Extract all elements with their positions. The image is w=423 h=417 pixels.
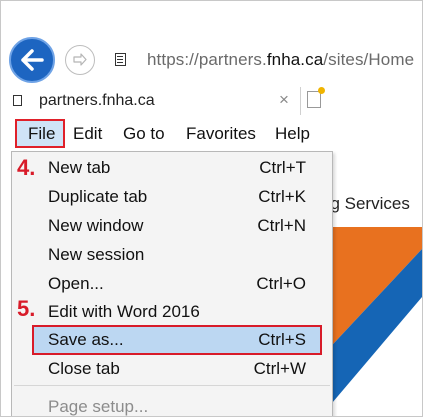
- new-tab-icon[interactable]: [307, 87, 325, 108]
- menu-item-new-tab[interactable]: New tab Ctrl+T: [12, 154, 332, 182]
- address-bar-row: https://partners.fnha.ca/sites/Home: [1, 1, 422, 87]
- menu-item-label: Save as...: [48, 330, 124, 349]
- menu-file[interactable]: File: [15, 119, 65, 148]
- menu-item-close-tab[interactable]: Close tab Ctrl+W: [12, 355, 332, 383]
- menu-item-shortcut: Ctrl+O: [256, 274, 306, 293]
- browser-window: https://partners.fnha.ca/sites/Home part…: [0, 0, 423, 417]
- menu-bar: File Edit Go to Favorites Help: [1, 115, 422, 152]
- menu-item-new-session[interactable]: New session: [12, 241, 332, 269]
- menu-item-page-setup: Page setup...: [12, 393, 332, 416]
- page-icon: [13, 95, 22, 106]
- menu-item-save-as[interactable]: Save as... Ctrl+S: [12, 326, 332, 354]
- url-suffix: /sites/Home: [323, 50, 415, 69]
- close-tab-icon[interactable]: ×: [279, 90, 289, 110]
- menu-item-shortcut: Ctrl+K: [258, 187, 306, 206]
- menu-item-shortcut: Ctrl+T: [259, 158, 306, 177]
- menu-item-duplicate-tab[interactable]: Duplicate tab Ctrl+K: [12, 183, 332, 211]
- arrow-left-icon: [21, 49, 44, 71]
- step-number-4: 4.: [17, 155, 36, 180]
- menu-item-shortcut: Ctrl+W: [253, 359, 306, 378]
- menu-item-label: Open...: [48, 274, 104, 293]
- url-prefix: https://partners.: [147, 50, 267, 69]
- menu-edit[interactable]: Edit: [73, 124, 102, 144]
- page-icon: [115, 53, 126, 66]
- menu-favorites[interactable]: Favorites: [186, 124, 256, 144]
- menu-divider: [14, 385, 330, 386]
- menu-item-label: Close tab: [48, 359, 120, 378]
- step-number-5: 5.: [17, 296, 36, 321]
- menu-item-edit-with-word[interactable]: Edit with Word 2016: [12, 298, 332, 326]
- back-button[interactable]: [9, 37, 55, 83]
- menu-item-open[interactable]: Open... Ctrl+O: [12, 270, 332, 298]
- menu-item-shortcut: Ctrl+S: [258, 330, 306, 349]
- nav-link-services[interactable]: ng Services: [321, 194, 410, 214]
- forward-button[interactable]: [65, 45, 95, 75]
- menu-help[interactable]: Help: [275, 124, 310, 144]
- tab-row: partners.fnha.ca ×: [1, 87, 422, 115]
- url-domain: fnha.ca: [266, 50, 324, 69]
- menu-item-new-window[interactable]: New window Ctrl+N: [12, 212, 332, 240]
- menu-item-shortcut: Ctrl+N: [257, 216, 306, 235]
- arrow-right-icon: [73, 53, 87, 66]
- menu-file-label: File: [28, 124, 56, 143]
- menu-item-label: New session: [48, 245, 145, 264]
- url-text[interactable]: https://partners.fnha.ca/sites/Home: [147, 50, 414, 70]
- menu-goto[interactable]: Go to: [123, 124, 165, 144]
- file-menu-dropdown: New tab Ctrl+T Duplicate tab Ctrl+K New …: [11, 151, 333, 416]
- banner-graphic: [321, 227, 422, 416]
- menu-item-label: New tab: [48, 158, 111, 177]
- tab-partners[interactable]: partners.fnha.ca ×: [1, 87, 301, 115]
- menu-item-label: Duplicate tab: [48, 187, 148, 206]
- tab-title: partners.fnha.ca: [39, 92, 155, 109]
- menu-item-label: Edit with Word 2016: [48, 302, 200, 321]
- menu-item-label: New window: [48, 216, 144, 235]
- menu-item-label: Page setup...: [48, 397, 149, 416]
- address-bar[interactable]: https://partners.fnha.ca/sites/Home: [103, 43, 422, 77]
